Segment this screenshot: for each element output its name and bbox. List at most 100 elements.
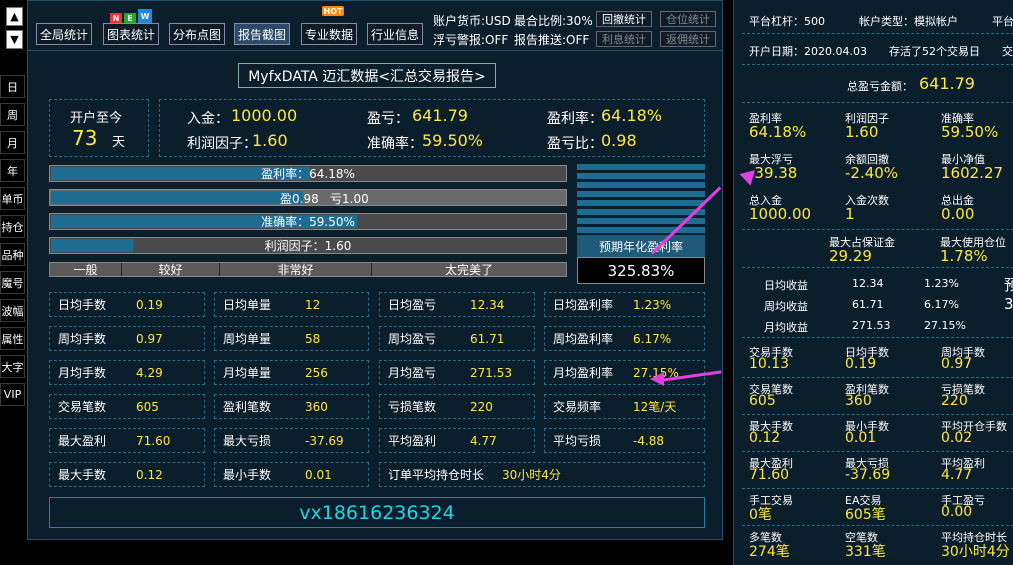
scroll-down-icon[interactable]: ▼	[6, 30, 23, 49]
stat-value: 12	[305, 297, 321, 312]
nav-vip[interactable]: VIP	[0, 383, 25, 406]
right-stat-value: 0.19	[845, 356, 877, 372]
stat-cell: 日均单量 12	[214, 292, 369, 317]
income-cell: 61.71	[852, 298, 884, 311]
profit-value: 641.79	[412, 106, 468, 125]
rebate-stats-button[interactable]: 返佣统计	[660, 31, 716, 47]
right-stat-value: 220	[941, 393, 968, 409]
max-ratio: 最合比例:30%	[514, 14, 593, 28]
stat-value: 12笔/天	[633, 400, 677, 414]
stat-label: 日均盈亏	[388, 298, 437, 312]
scroll-up-icon[interactable]: ▲	[6, 7, 23, 26]
stat-cell: 平均盈利 4.77	[379, 428, 535, 453]
stat-label: 日均手数	[58, 298, 107, 312]
nav-magic-number[interactable]: 魔号	[0, 271, 25, 294]
account-currency: 账户货币:USD	[433, 14, 511, 28]
rating-good: 较好	[122, 263, 220, 277]
new-badge-e: E	[124, 13, 136, 23]
stat-label: 日均盈利率	[553, 298, 614, 312]
interest-stats-button[interactable]: 利息统计	[596, 31, 652, 47]
stat-label: 月均盈亏	[388, 366, 437, 380]
nav-symbols[interactable]: 品种	[0, 243, 25, 266]
accuracy-bar: 准确率：59.50%	[49, 213, 567, 230]
income-cell: 6.17%	[924, 298, 959, 311]
right-summary-panel: 平台杠杆：500 帐户类型：模拟帐户 平台 开户日期：2020.04.03 存活…	[733, 0, 1013, 565]
stat-label: 周均盈亏	[388, 332, 437, 346]
nav-week[interactable]: 周	[0, 103, 25, 126]
report-title: MyfxDATA 迈汇数据<汇总交易报告>	[238, 63, 496, 88]
stat-cell: 最大亏损 -37.69	[214, 428, 369, 453]
nav-year[interactable]: 年	[0, 159, 25, 182]
accuracy-label: 准确率：	[367, 136, 423, 152]
stat-label: 平均亏损	[553, 434, 602, 448]
stat-label: 日均单量	[223, 298, 272, 312]
chart-stats-button[interactable]: 图表统计	[103, 23, 159, 45]
income-cell: 27.15%	[924, 319, 966, 332]
stat-value: 58	[305, 331, 321, 346]
position-stats-button[interactable]: 仓位统计	[660, 11, 716, 27]
deposit-label: 入金：	[187, 111, 229, 127]
stat-label: 最大盈利	[58, 434, 107, 448]
platform-truncated: 平台	[992, 15, 1013, 28]
report-screenshot-button[interactable]: 报告截图	[234, 23, 290, 45]
drawdown-stats-button[interactable]: 回撤统计	[596, 11, 652, 27]
divider	[742, 377, 1013, 378]
right-stat-value: 360	[845, 393, 872, 409]
stat-label: 月均手数	[58, 366, 107, 380]
stat-label: 交易频率	[553, 400, 602, 414]
right-stat-value: 1000.00	[749, 205, 812, 223]
stat-label: 周均单量	[223, 332, 272, 346]
nav-positions[interactable]: 持仓	[0, 215, 25, 238]
nav-month[interactable]: 月	[0, 131, 25, 154]
right-stat-value: 605	[749, 393, 776, 409]
divider	[742, 229, 1013, 230]
annual-label: 预期年化盈利率	[577, 235, 705, 257]
rating-scale: 一般 较好 非常好 太完美了	[49, 262, 567, 277]
global-stats-button[interactable]: 全局统计	[36, 23, 92, 45]
income-cell: 1.23%	[924, 277, 959, 290]
report-push: 报告推送:OFF	[514, 33, 590, 47]
max-position-value: 1.78%	[940, 247, 988, 265]
stat-label: 最大手数	[58, 468, 107, 482]
industry-info-button[interactable]: 行业信息	[367, 23, 423, 45]
stat-value: 605	[136, 399, 159, 414]
nav-day[interactable]: 日	[0, 75, 25, 98]
income-cell: 月均收益	[764, 321, 808, 334]
profit-rate-bar: 盈利率：64.18%	[49, 165, 567, 182]
stat-cell: 亏损笔数 220	[379, 394, 535, 419]
stat-value: 220	[470, 399, 493, 414]
deposit-value: 1000.00	[231, 106, 298, 125]
divider	[742, 267, 1013, 268]
distribution-chart-button[interactable]: 分布点图	[169, 23, 225, 45]
right-stat-value: -37.69	[845, 467, 891, 483]
income-cell: 周均收益	[764, 300, 808, 313]
nav-large-font[interactable]: 大字	[0, 355, 25, 378]
stat-cell: 平均亏损 -4.88	[544, 428, 705, 453]
stat-label: 平均盈利	[388, 434, 437, 448]
open-days-box: 开户至今 73 天	[49, 99, 149, 157]
stat-cell: 月均单量 256	[214, 360, 369, 385]
stat-value: 360	[305, 399, 328, 414]
nav-volatility[interactable]: 波幅	[0, 299, 25, 322]
stat-cell: 交易频率 12笔/天	[544, 394, 705, 419]
right-stat-value: -2.40%	[845, 164, 899, 182]
stat-cell: 周均手数 0.97	[49, 326, 205, 351]
right-stat-value: 59.50%	[941, 123, 999, 141]
pro-data-button[interactable]: 专业数据	[301, 23, 357, 45]
profit-label: 盈亏：	[367, 111, 409, 127]
pl-ratio-bar-fill	[51, 191, 303, 204]
summary-box: 入金： 1000.00 盈亏： 641.79 盈利率： 64.18% 利润因子：…	[159, 99, 705, 157]
rating-very-good: 非常好	[220, 263, 372, 277]
right-stat-value: 274笔	[749, 544, 790, 560]
nav-attributes[interactable]: 属性	[0, 327, 25, 350]
new-badge-n: N	[110, 13, 122, 23]
stat-cell: 月均盈亏 271.53	[379, 360, 535, 385]
toolbar: 全局统计 图表统计 N E W 分布点图 报告截图 专业数据 HOT 行业信息 …	[28, 1, 722, 51]
stat-value: 0.12	[136, 467, 163, 482]
right-stat-value: 1602.27	[941, 164, 1004, 182]
nav-single-currency[interactable]: 单币	[0, 187, 25, 210]
open-days-value: 73	[72, 126, 98, 150]
right-stat-value: 10.13	[749, 356, 790, 372]
hot-badge: HOT	[322, 6, 344, 16]
contact-banner: vx18616236324	[49, 497, 705, 528]
